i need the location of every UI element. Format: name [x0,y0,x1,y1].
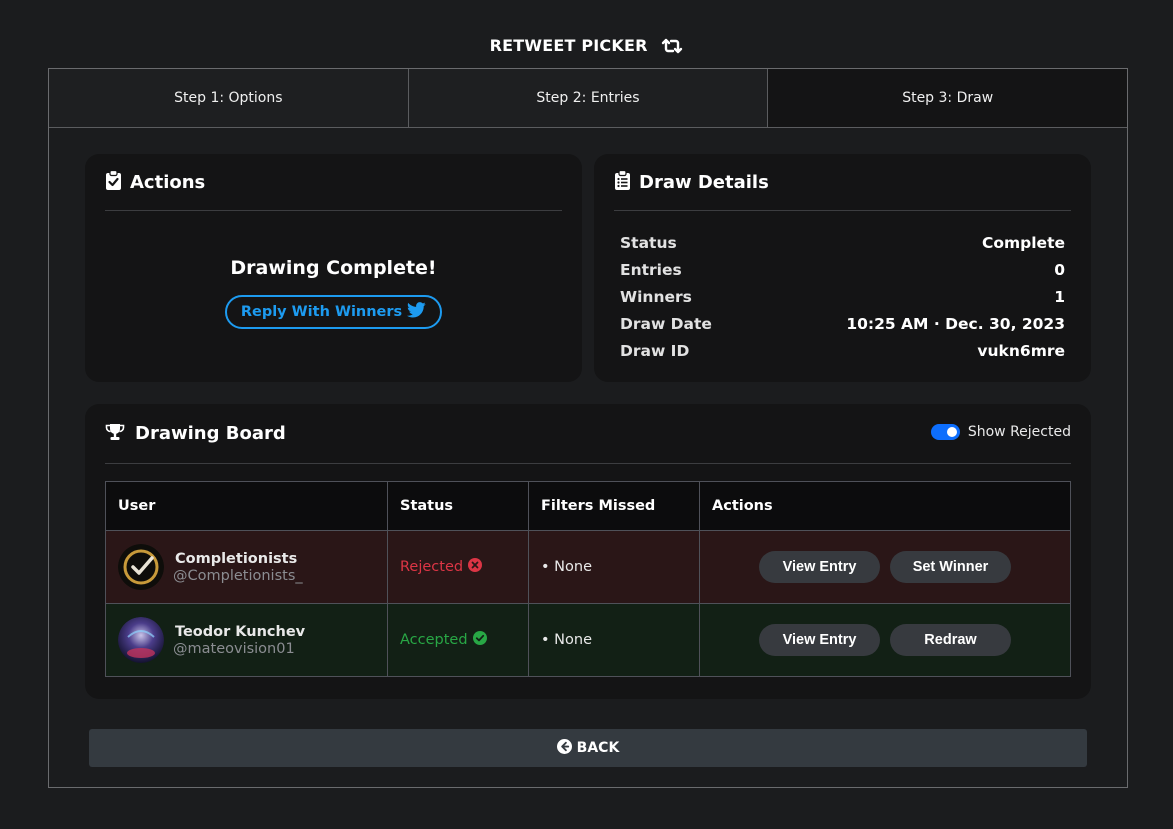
tab-step-1-options[interactable]: Step 1: Options [49,69,409,127]
avatar[interactable] [118,544,164,590]
reply-with-winners-button[interactable]: Reply With Winners [225,295,442,329]
detail-value: 1 [1054,287,1065,306]
table-row: Completionists @Completionists_ Rejected [105,530,1071,604]
drawing-board-card: Drawing Board Show Rejected User Status … [85,404,1091,699]
detail-row-draw-id: Draw ID vukn6mre [620,337,1065,364]
status-text: Rejected [400,559,464,575]
status-badge: Accepted [400,631,528,649]
actions-card-title: Actions [130,171,206,193]
drawing-board-table: User Status Filters Missed Actions Compl… [105,481,1071,677]
actions-card: Actions Drawing Complete! Reply With Win… [85,154,582,382]
column-header-user: User [105,481,388,531]
drawing-board-header: Drawing Board [105,404,1071,464]
user-cell: Completionists @Completionists_ [105,530,388,604]
detail-row-status: Status Complete [620,229,1065,256]
status-text: Accepted [400,632,468,648]
x-circle-icon [468,558,483,576]
back-button-label: BACK [576,740,620,756]
detail-label: Draw Date [620,314,712,333]
status-badge: Rejected [400,558,528,576]
main-frame: Step 1: Options Step 2: Entries Step 3: … [48,68,1128,788]
arrow-left-circle-icon [556,738,572,758]
user-handle[interactable]: @mateovision01 [173,641,305,657]
table-header-row: User Status Filters Missed Actions [105,481,1071,531]
twitter-icon [407,302,426,322]
detail-label: Entries [620,260,682,279]
user-cell: Teodor Kunchev @mateovision01 [105,603,388,677]
draw-details-title: Draw Details [639,171,769,193]
detail-row-entries: Entries 0 [620,256,1065,283]
tab-step-2-entries[interactable]: Step 2: Entries [408,69,769,127]
user-handle[interactable]: @Completionists_ [173,568,303,584]
clipboard-check-icon [105,169,122,194]
trophy-icon [105,423,125,445]
draw-details-list: Status Complete Entries 0 Winners 1 Draw… [620,229,1065,364]
draw-details-header: Draw Details [614,154,1071,211]
show-rejected-label: Show Rejected [967,424,1071,440]
column-header-status: Status [387,481,529,531]
user-name: Teodor Kunchev [175,623,306,640]
view-entry-button[interactable]: View Entry [759,624,880,656]
back-button[interactable]: BACK [89,729,1087,767]
avatar[interactable] [118,617,164,663]
actions-card-header: Actions [105,154,562,211]
detail-label: Draw ID [620,341,690,360]
detail-value: 0 [1054,260,1065,279]
show-rejected-toggle[interactable] [930,424,960,440]
detail-label: Winners [620,287,692,306]
step-tabs: Step 1: Options Step 2: Entries Step 3: … [49,69,1128,128]
reply-button-label: Reply With Winners [240,304,403,320]
redraw-button[interactable]: Redraw [890,624,1011,656]
actions-cell: View Entry Redraw [699,603,1071,677]
detail-label: Status [620,233,677,252]
show-rejected-control: Show Rejected [930,424,1071,440]
app-title-text: RETWEET PICKER [489,36,648,55]
set-winner-button[interactable]: Set Winner [890,551,1011,583]
status-cell: Rejected [387,530,529,604]
view-entry-button[interactable]: View Entry [759,551,880,583]
filters-missed-cell: • None [528,530,700,604]
detail-row-draw-date: Draw Date 10:25 AM · Dec. 30, 2023 [620,310,1065,337]
status-cell: Accepted [387,603,529,677]
detail-row-winners: Winners 1 [620,283,1065,310]
check-circle-icon [472,631,487,649]
tab-step-3-draw[interactable]: Step 3: Draw [768,69,1128,127]
retweet-icon [661,38,683,58]
column-header-filters-missed: Filters Missed [528,481,700,531]
app-title: RETWEET PICKER [0,36,1173,58]
clipboard-list-icon [614,169,631,194]
drawing-board-title: Drawing Board [135,423,286,444]
filters-missed-cell: • None [528,603,700,677]
detail-value: vukn6mre [977,341,1065,360]
detail-value: 10:25 AM · Dec. 30, 2023 [846,314,1065,333]
detail-value: Complete [981,233,1065,252]
user-name: Completionists [175,550,298,567]
table-row: Teodor Kunchev @mateovision01 Accepted •… [105,603,1071,677]
actions-cell: View Entry Set Winner [699,530,1071,604]
draw-details-card: Draw Details Status Complete Entries 0 W… [594,154,1091,382]
column-header-actions: Actions [699,481,1071,531]
drawing-complete-text: Drawing Complete! [230,257,437,279]
